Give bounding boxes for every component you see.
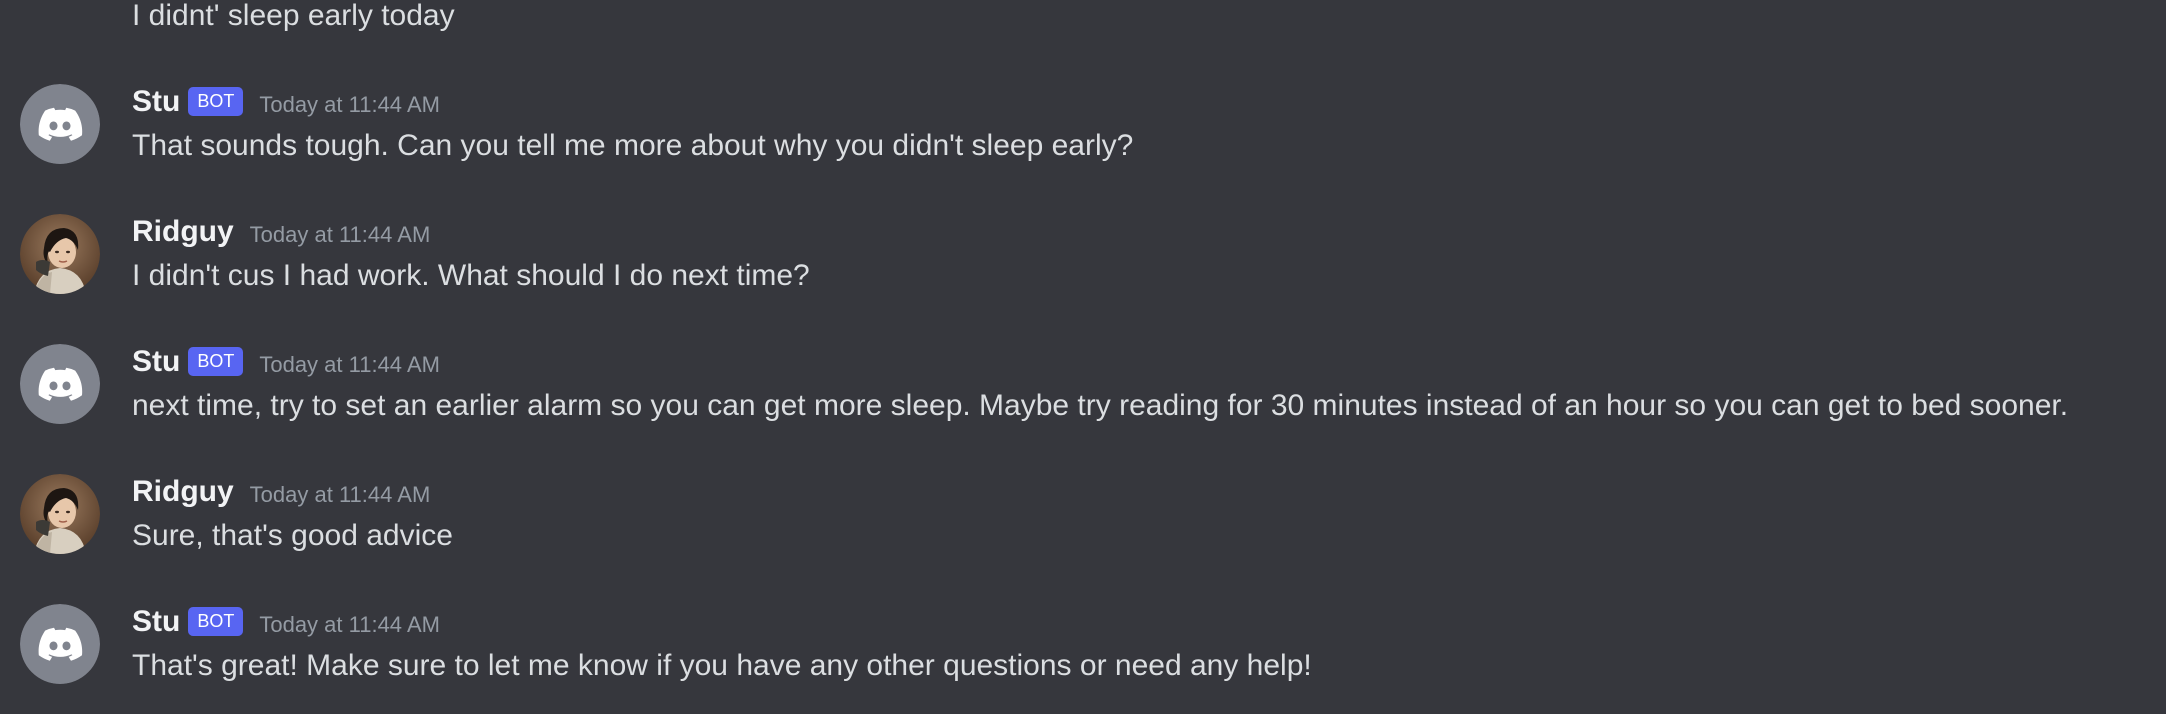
discord-logo-icon <box>20 604 100 684</box>
username[interactable]: Stu <box>132 604 180 640</box>
username[interactable]: Ridguy <box>132 214 234 250</box>
message-content: next time, try to set an earlier alarm s… <box>132 389 2069 422</box>
bot-tag: BOT <box>188 606 244 636</box>
message-item: Stu BOT Today at 11:44 AM next time, try… <box>0 344 2166 454</box>
user-photo <box>20 474 100 554</box>
message-header: Stu BOT Today at 11:44 AM <box>132 344 440 380</box>
message-item: Ridguy Today at 11:44 AM Sure, that's go… <box>0 474 2166 584</box>
message-item: Ridguy Today at 11:44 AM I didn't cus I … <box>0 214 2166 324</box>
discord-logo-icon <box>20 344 100 424</box>
message-header: Ridguy Today at 11:44 AM <box>132 214 430 250</box>
message-continuation-text: I didnt' sleep early today <box>132 0 455 32</box>
timestamp[interactable]: Today at 11:44 AM <box>259 607 440 643</box>
username[interactable]: Ridguy <box>132 474 234 510</box>
message-content: Sure, that's good advice <box>132 519 453 552</box>
chat-messages: I didnt' sleep early today Stu BOT Today… <box>0 0 2166 714</box>
message-content: That's great! Make sure to let me know i… <box>132 649 1312 682</box>
username[interactable]: Stu <box>132 84 180 120</box>
bot-tag: BOT <box>188 86 244 116</box>
username[interactable]: Stu <box>132 344 180 380</box>
discord-logo-icon <box>20 84 100 164</box>
timestamp[interactable]: Today at 11:44 AM <box>250 217 431 253</box>
timestamp[interactable]: Today at 11:44 AM <box>250 477 431 513</box>
avatar[interactable] <box>20 474 100 554</box>
user-photo <box>20 214 100 294</box>
timestamp[interactable]: Today at 11:44 AM <box>259 87 440 123</box>
message-item: Stu BOT Today at 11:44 AM That sounds to… <box>0 84 2166 194</box>
timestamp[interactable]: Today at 11:44 AM <box>259 347 440 383</box>
bot-tag: BOT <box>188 346 244 376</box>
message-header: Ridguy Today at 11:44 AM <box>132 474 430 510</box>
message-content: I didn't cus I had work. What should I d… <box>132 259 810 292</box>
avatar[interactable] <box>20 84 100 164</box>
avatar[interactable] <box>20 344 100 424</box>
avatar[interactable] <box>20 214 100 294</box>
message-content: That sounds tough. Can you tell me more … <box>132 129 1134 162</box>
message-header: Stu BOT Today at 11:44 AM <box>132 604 440 640</box>
avatar[interactable] <box>20 604 100 684</box>
message-header: Stu BOT Today at 11:44 AM <box>132 84 440 120</box>
message-item: Stu BOT Today at 11:44 AM That's great! … <box>0 604 2166 714</box>
